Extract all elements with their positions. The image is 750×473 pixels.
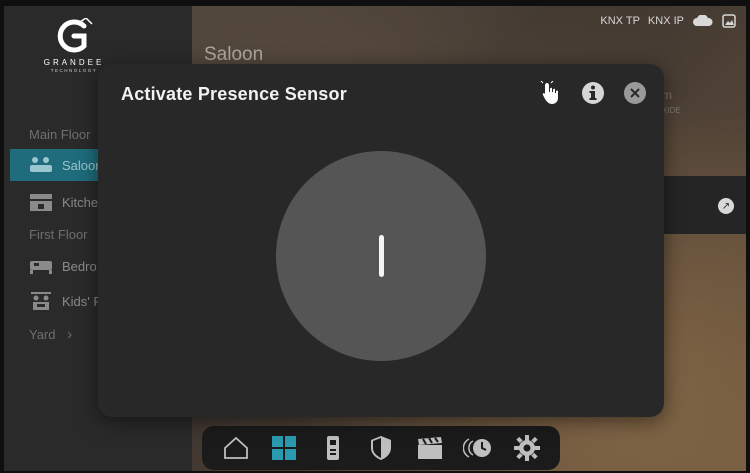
presence-sensor-toggle-button[interactable]: [276, 151, 486, 361]
power-off-indicator-icon: [378, 235, 384, 277]
schedule-icon[interactable]: [463, 433, 493, 463]
app-frame: Saloon KNX TP KNX IP m XIDE ↗ GRANDEE TEC…: [4, 6, 746, 471]
dialog-title: Activate Presence Sensor: [121, 84, 347, 104]
dialog-actions: [538, 80, 648, 106]
arrow-up-right-icon[interactable]: ↗: [718, 198, 734, 214]
kids-room-icon: [28, 291, 54, 311]
home-icon[interactable]: [221, 433, 251, 463]
section-main-floor[interactable]: Main Floor: [29, 127, 90, 142]
background-device-card[interactable]: ↗: [656, 176, 746, 234]
chevron-right-icon: ›: [67, 326, 73, 343]
sidebar-item-label: Saloon: [62, 157, 103, 173]
gallery-icon[interactable]: [722, 14, 736, 28]
bottom-dock: [202, 426, 560, 470]
room-title: Saloon: [204, 44, 264, 65]
info-icon[interactable]: [580, 80, 606, 106]
settings-gear-icon[interactable]: [512, 433, 542, 463]
kitchen-icon: [28, 192, 54, 212]
section-yard[interactable]: Yard ›: [29, 326, 72, 343]
scene-clapper-icon[interactable]: [415, 433, 445, 463]
section-first-floor[interactable]: First Floor: [29, 227, 88, 242]
close-icon[interactable]: [622, 80, 648, 106]
sidebar-item-label: Kids' R: [62, 293, 103, 309]
sidebar-item-label: Bedro: [62, 258, 97, 274]
brand-name: GRANDEE: [43, 58, 105, 67]
knx-tp-status: KNX TP: [600, 15, 640, 27]
sidebar-item-label: Kitche: [62, 194, 99, 210]
section-yard-label: Yard: [29, 327, 56, 342]
cloud-icon[interactable]: [692, 15, 714, 27]
bed-icon: [28, 256, 54, 276]
grandee-logo-mark: [57, 18, 93, 53]
grid-icon[interactable]: [269, 433, 299, 463]
knx-ip-status: KNX IP: [647, 15, 684, 27]
sofa-people-icon: [28, 155, 54, 175]
intercom-icon[interactable]: [318, 433, 348, 463]
touch-hand-icon[interactable]: [538, 80, 564, 106]
background-card-label: m XIDE: [662, 88, 681, 116]
status-bar: KNX TP KNX IP: [600, 14, 746, 28]
shield-icon[interactable]: [366, 433, 396, 463]
bg-text-2: XIDE: [662, 106, 681, 115]
presence-sensor-dialog: Activate Presence Sensor: [98, 64, 664, 417]
